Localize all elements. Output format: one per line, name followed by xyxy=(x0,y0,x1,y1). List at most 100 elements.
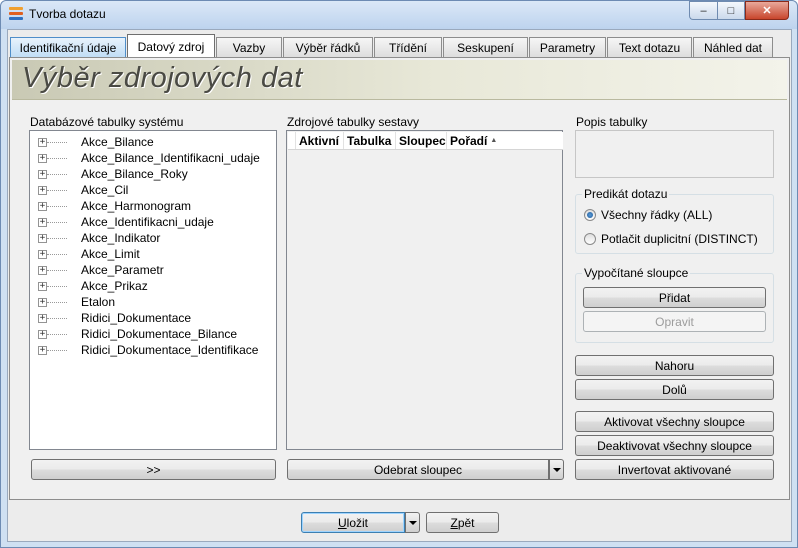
tree-item-label: Ridici_Dokumentace_Identifikace xyxy=(81,343,259,357)
predicate-groupbox: Predikát dotazu Všechny řádky (ALL) Potl… xyxy=(575,187,774,254)
back-button[interactable]: Zpět xyxy=(426,512,499,533)
add-table-button[interactable]: >> xyxy=(31,459,276,480)
tree-item[interactable]: + Ridici_Dokumentace_Identifikace xyxy=(30,342,276,358)
deactivate-all-button[interactable]: Deaktivovat všechny sloupce xyxy=(575,435,774,456)
system-tables-tree[interactable]: + Akce_Bilance + Akce_Bilance_Identifikacni… xyxy=(29,130,277,450)
tab-data-preview[interactable]: Náhled dat xyxy=(693,37,773,58)
close-button[interactable]: ✕ xyxy=(745,1,789,20)
grid-row-indicator xyxy=(288,132,296,149)
remove-column-button[interactable]: Odebrat sloupec xyxy=(287,459,549,480)
expand-plus-icon[interactable]: + xyxy=(38,281,47,291)
tree-item[interactable]: + Akce_Harmonogram xyxy=(30,198,276,214)
tree-item[interactable]: + Akce_Cil xyxy=(30,182,276,198)
edit-computed-column-button[interactable]: Opravit xyxy=(583,311,766,332)
radio-all-rows[interactable]: Všechny řádky (ALL) xyxy=(584,208,712,222)
expand-plus-icon[interactable]: + xyxy=(38,185,47,195)
column-header-order[interactable]: Pořadí ▲ xyxy=(447,132,499,149)
tab-row-selection[interactable]: Výběr řádků xyxy=(283,37,373,58)
column-header-table[interactable]: Tabulka xyxy=(344,132,396,149)
expand-plus-icon[interactable]: + xyxy=(38,217,47,227)
radio-distinct[interactable]: Potlačit duplicitní (DISTINCT) xyxy=(584,232,758,246)
table-description-box xyxy=(575,130,774,178)
save-button[interactable]: Uložit xyxy=(301,512,405,533)
back-button-label: pět xyxy=(457,515,475,530)
activate-all-button[interactable]: Aktivovat všechny sloupce xyxy=(575,411,774,432)
radio-unchecked-icon xyxy=(584,233,596,245)
tab-identification[interactable]: Identifikační údaje xyxy=(10,37,126,58)
radio-distinct-label: Potlačit duplicitní (DISTINCT) xyxy=(601,232,758,246)
page-title: Výběr zdrojových dat xyxy=(22,62,303,94)
tab-parameters[interactable]: Parametry xyxy=(529,37,606,58)
tree-connector xyxy=(47,157,67,159)
tree-item-label: Akce_Bilance_Roky xyxy=(81,167,188,181)
invert-active-button[interactable]: Invertovat aktivované xyxy=(575,459,774,480)
expand-plus-icon[interactable]: + xyxy=(38,249,47,259)
save-button-accel: U xyxy=(337,515,347,530)
save-dropdown[interactable] xyxy=(405,512,420,533)
tree-item[interactable]: + Etalon xyxy=(30,294,276,310)
column-header-active[interactable]: Aktivní xyxy=(296,132,344,149)
tree-item-label: Akce_Indikator xyxy=(81,231,161,245)
tab-grouping[interactable]: Seskupení xyxy=(443,37,528,58)
system-tables-label: Databázové tabulky systému xyxy=(30,115,184,129)
expand-plus-icon[interactable]: + xyxy=(38,233,47,243)
expand-plus-icon[interactable]: + xyxy=(38,169,47,179)
tree-item[interactable]: + Akce_Bilance xyxy=(30,134,276,150)
tab-panel-data-source: Výběr zdrojových dat Databázové tabulky … xyxy=(9,57,790,500)
tree-item[interactable]: + Akce_Prikaz xyxy=(30,278,276,294)
source-tables-label: Zdrojové tabulky sestavy xyxy=(287,115,420,129)
tree-item-label: Akce_Parametr xyxy=(81,263,164,277)
tree-item-label: Akce_Identifikacni_udaje xyxy=(81,215,214,229)
page-banner: Výběr zdrojových dat xyxy=(12,60,787,100)
tab-joins[interactable]: Vazby xyxy=(216,37,282,58)
tab-query-text[interactable]: Text dotazu xyxy=(607,37,692,58)
grid-header-row: Aktivní Tabulka Sloupec Pořadí ▲ xyxy=(288,132,563,150)
tree-item[interactable]: + Akce_Parametr xyxy=(30,262,276,278)
table-description-label: Popis tabulky xyxy=(576,115,648,129)
tree-item-label: Akce_Bilance_Identifikacni_udaje xyxy=(81,151,260,165)
tree-item-label: Akce_Bilance xyxy=(81,135,154,149)
tree-item[interactable]: + Akce_Limit xyxy=(30,246,276,262)
tree-item-label: Akce_Harmonogram xyxy=(81,199,192,213)
tab-sorting[interactable]: Třídění xyxy=(374,37,442,58)
tab-strip: Identifikační údaje Datový zdroj Vazby V… xyxy=(10,34,774,58)
move-up-button[interactable]: Nahoru xyxy=(575,355,774,376)
tree-item[interactable]: + Ridici_Dokumentace_Bilance xyxy=(30,326,276,342)
tree-item-label: Ridici_Dokumentace_Bilance xyxy=(81,327,238,341)
expand-plus-icon[interactable]: + xyxy=(38,201,47,211)
maximize-button[interactable]: □ xyxy=(717,1,745,20)
move-down-button[interactable]: Dolů xyxy=(575,379,774,400)
expand-plus-icon[interactable]: + xyxy=(38,265,47,275)
source-columns-grid[interactable]: Aktivní Tabulka Sloupec Pořadí ▲ xyxy=(286,130,563,450)
chevron-down-icon xyxy=(552,467,561,472)
tree-item-label: Akce_Limit xyxy=(81,247,140,261)
title-bar[interactable]: Tvorba dotazu ‒ □ ✕ xyxy=(1,1,797,29)
expand-plus-icon[interactable]: + xyxy=(38,297,47,307)
tree-connector xyxy=(47,333,67,335)
expand-plus-icon[interactable]: + xyxy=(38,345,47,355)
tree-item-label: Etalon xyxy=(81,295,116,309)
column-header-column[interactable]: Sloupec xyxy=(396,132,447,149)
tree-item[interactable]: + Ridici_Dokumentace xyxy=(30,310,276,326)
tree-item-label: Akce_Cil xyxy=(81,183,129,197)
add-computed-column-button[interactable]: Přidat xyxy=(583,287,766,308)
chevron-down-icon xyxy=(408,520,417,525)
tree-connector xyxy=(47,269,67,271)
tree-item[interactable]: + Akce_Bilance_Identifikacni_udaje xyxy=(30,150,276,166)
tree-item[interactable]: + Akce_Identifikacni_udaje xyxy=(30,214,276,230)
expand-plus-icon[interactable]: + xyxy=(38,329,47,339)
expand-plus-icon[interactable]: + xyxy=(38,153,47,163)
tree-item-label: Akce_Prikaz xyxy=(81,279,148,293)
window-title: Tvorba dotazu xyxy=(29,7,106,21)
expand-plus-icon[interactable]: + xyxy=(38,137,47,147)
remove-column-dropdown[interactable] xyxy=(549,459,564,480)
expand-plus-icon[interactable]: + xyxy=(38,313,47,323)
tree-connector xyxy=(47,317,67,319)
tree-item[interactable]: + Akce_Indikator xyxy=(30,230,276,246)
back-button-accel: Z xyxy=(450,515,458,530)
tab-data-source[interactable]: Datový zdroj xyxy=(127,34,215,58)
computed-columns-label: Vypočítané sloupce xyxy=(582,266,691,280)
tree-item[interactable]: + Akce_Bilance_Roky xyxy=(30,166,276,182)
sort-ascending-icon: ▲ xyxy=(490,137,498,144)
minimize-button[interactable]: ‒ xyxy=(689,1,717,20)
